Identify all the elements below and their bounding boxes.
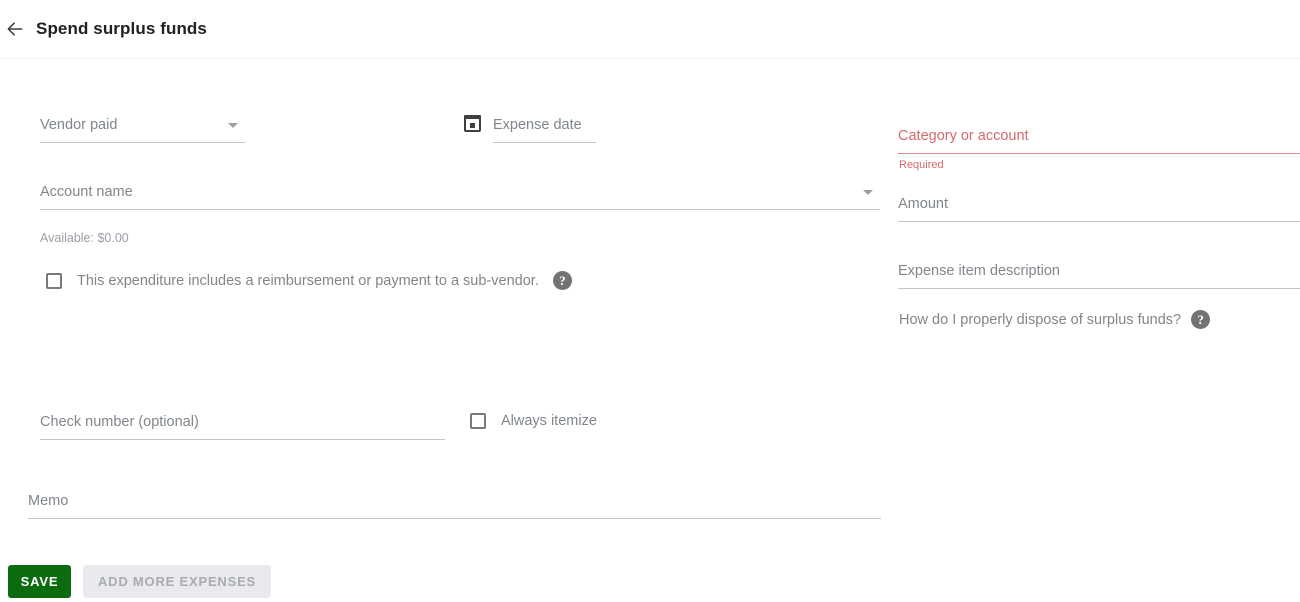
- vendor-paid-underline: [40, 142, 245, 143]
- expense-item-description-underline: [898, 288, 1300, 289]
- expense-item-description-field[interactable]: Expense item description: [898, 261, 1300, 289]
- save-button[interactable]: SAVE: [8, 565, 71, 598]
- category-or-account-label: Category or account: [898, 128, 1029, 144]
- page-title: Spend surplus funds: [36, 19, 207, 38]
- surplus-funds-help-row[interactable]: How do I properly dispose of surplus fun…: [899, 310, 1211, 329]
- subvendor-checkbox[interactable]: [46, 272, 62, 289]
- memo-label: Memo: [28, 493, 69, 509]
- help-icon[interactable]: ?: [552, 271, 572, 290]
- expense-date-field[interactable]: Expense date: [493, 115, 596, 143]
- page-header: Spend surplus funds: [0, 0, 1300, 59]
- amount-field[interactable]: Amount: [898, 194, 1300, 222]
- check-number-label: Check number (optional): [40, 414, 199, 430]
- amount-underline: [898, 221, 1300, 222]
- vendor-paid-field[interactable]: Vendor paid: [40, 115, 245, 143]
- category-or-account-underline: [898, 153, 1300, 154]
- subvendor-checkbox-row[interactable]: This expenditure includes a reimbursemen…: [46, 271, 572, 290]
- memo-field[interactable]: Memo: [28, 491, 881, 519]
- expense-date-underline: [493, 142, 596, 143]
- always-itemize-checkbox[interactable]: [470, 413, 486, 429]
- chevron-down-icon[interactable]: [228, 123, 238, 128]
- always-itemize-label: Always itemize: [501, 413, 597, 429]
- always-itemize-row[interactable]: Always itemize: [470, 413, 597, 429]
- category-or-account-field[interactable]: Category or account: [898, 126, 1300, 154]
- help-icon[interactable]: ?: [1191, 310, 1211, 329]
- back-arrow-icon[interactable]: [2, 16, 28, 42]
- check-number-field[interactable]: Check number (optional): [40, 412, 445, 440]
- spend-surplus-funds-page: Spend surplus funds Vendor paid Expense …: [0, 0, 1300, 602]
- surplus-funds-help-text: How do I properly dispose of surplus fun…: [899, 311, 1182, 328]
- check-number-underline: [40, 439, 445, 440]
- calendar-icon[interactable]: [464, 115, 481, 132]
- subvendor-checkbox-label: This expenditure includes a reimbursemen…: [77, 272, 539, 289]
- add-more-expenses-button: ADD MORE EXPENSES: [83, 565, 271, 598]
- account-name-label: Account name: [40, 184, 133, 200]
- vendor-paid-label: Vendor paid: [40, 117, 118, 133]
- available-balance-text: Available: $0.00: [40, 231, 129, 245]
- account-name-underline: [40, 209, 880, 210]
- category-required-error: Required: [899, 159, 944, 171]
- memo-underline: [28, 518, 881, 519]
- expense-date-label: Expense date: [493, 117, 582, 133]
- amount-label: Amount: [898, 196, 948, 212]
- account-name-field[interactable]: Account name: [40, 182, 880, 210]
- expense-item-description-label: Expense item description: [898, 263, 1060, 279]
- chevron-down-icon[interactable]: [863, 190, 873, 195]
